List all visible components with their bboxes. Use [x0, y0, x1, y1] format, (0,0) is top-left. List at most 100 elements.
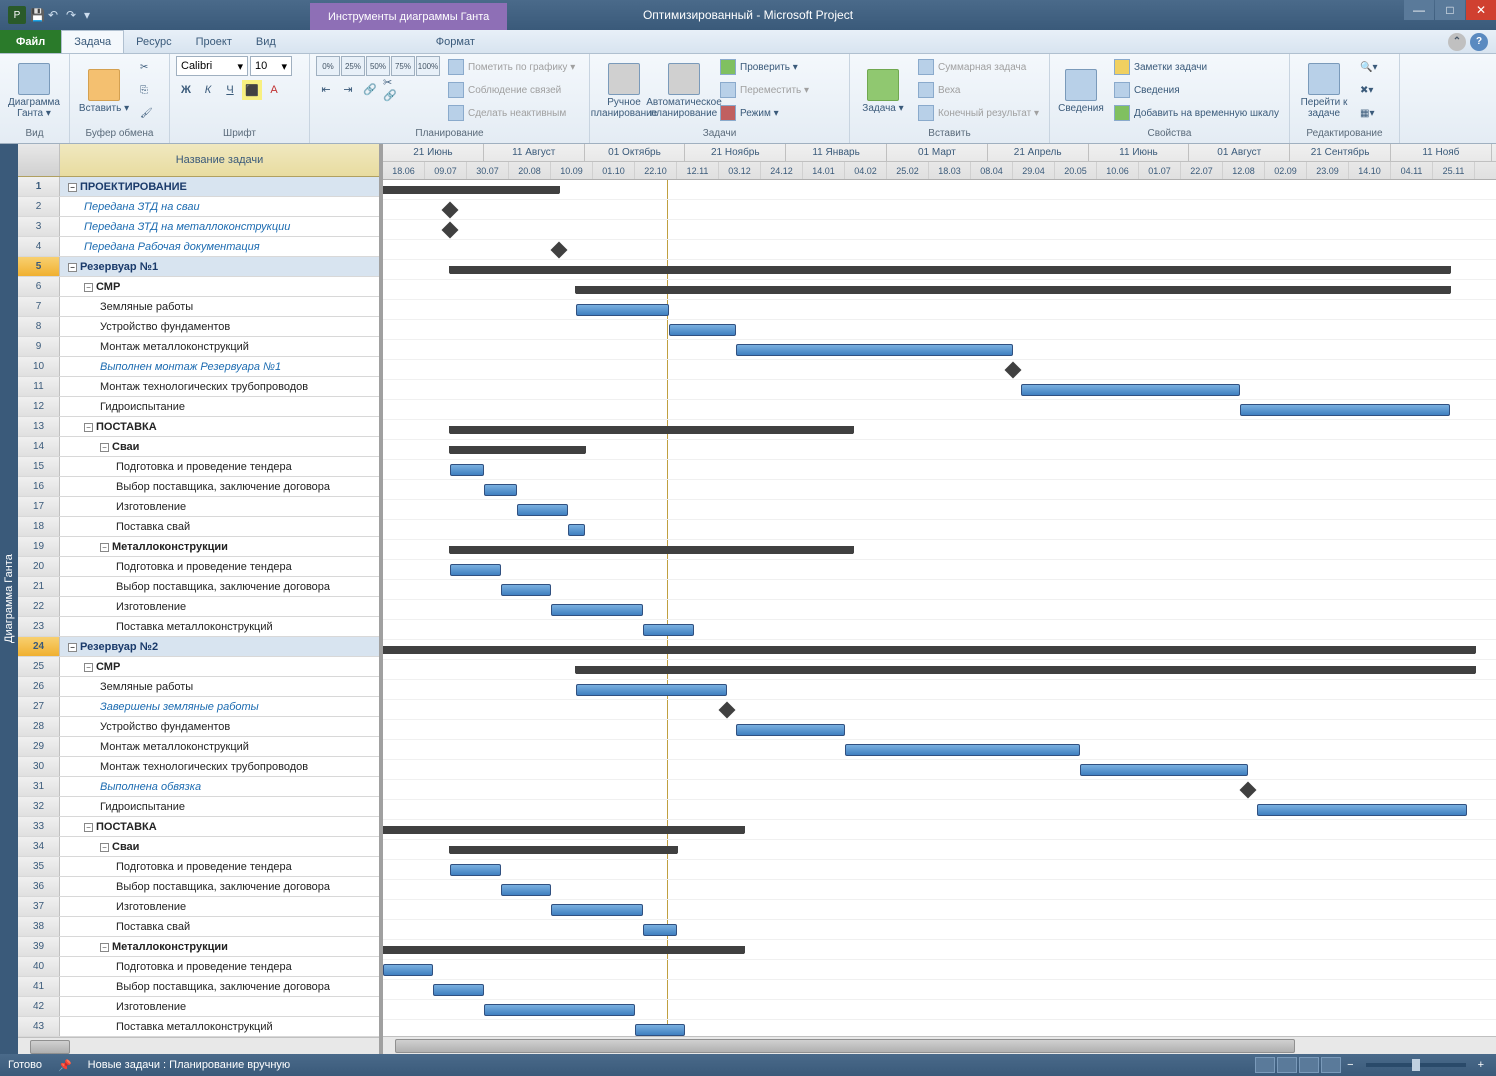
- gantt-row[interactable]: [383, 940, 1496, 960]
- task-name-cell[interactable]: Передана Рабочая документация: [60, 241, 379, 253]
- row-number[interactable]: 42: [18, 997, 60, 1016]
- task-name-cell[interactable]: −Сваи: [60, 441, 379, 453]
- font-size-combo[interactable]: 10▾: [250, 56, 292, 76]
- task-name-cell[interactable]: Монтаж технологических трубопроводов: [60, 381, 379, 393]
- row-number[interactable]: 41: [18, 977, 60, 996]
- task-name-cell[interactable]: Передана ЗТД на сваи: [60, 201, 379, 213]
- collapse-icon[interactable]: −: [100, 443, 109, 452]
- row-number[interactable]: 39: [18, 937, 60, 956]
- gantt-row[interactable]: [383, 860, 1496, 880]
- summary-bar[interactable]: [383, 186, 559, 194]
- collapse-icon[interactable]: −: [84, 423, 93, 432]
- collapse-icon[interactable]: −: [84, 283, 93, 292]
- underline-button[interactable]: Ч: [220, 80, 240, 100]
- task-name-cell[interactable]: Передана ЗТД на металлоконструкции: [60, 221, 379, 233]
- task-name-cell[interactable]: Выбор поставщика, заключение договора: [60, 581, 379, 593]
- zoom-in-button[interactable]: +: [1474, 1059, 1488, 1071]
- task-bar[interactable]: [845, 744, 1080, 756]
- view-team-icon[interactable]: [1299, 1057, 1319, 1073]
- task-bar[interactable]: [1080, 764, 1248, 776]
- summary-bar[interactable]: [576, 666, 1475, 674]
- row-number[interactable]: 6: [18, 277, 60, 296]
- summary-bar[interactable]: [450, 266, 1450, 274]
- gantt-row[interactable]: [383, 660, 1496, 680]
- task-name-cell[interactable]: −Металлоконструкции: [60, 941, 379, 953]
- italic-button[interactable]: К: [198, 80, 218, 100]
- row-number[interactable]: 8: [18, 317, 60, 336]
- minimize-button[interactable]: —: [1404, 0, 1434, 20]
- task-name-cell[interactable]: Изготовление: [60, 1001, 379, 1013]
- format-painter-button[interactable]: 🖌: [136, 102, 157, 124]
- table-row[interactable]: 28Устройство фундаментов: [18, 717, 379, 737]
- gantt-row[interactable]: [383, 820, 1496, 840]
- summary-bar[interactable]: [450, 846, 677, 854]
- table-row[interactable]: 14−Сваи: [18, 437, 379, 457]
- maximize-button[interactable]: □: [1435, 0, 1465, 20]
- percent-50%[interactable]: 50%: [366, 56, 390, 76]
- table-row[interactable]: 11Монтаж технологических трубопроводов: [18, 377, 379, 397]
- insert-task-button[interactable]: Задача ▾: [856, 56, 910, 126]
- table-row[interactable]: 18Поставка свай: [18, 517, 379, 537]
- task-bar[interactable]: [736, 344, 1013, 356]
- gantt-row[interactable]: [383, 260, 1496, 280]
- row-number[interactable]: 36: [18, 877, 60, 896]
- view-gantt-icon[interactable]: [1255, 1057, 1275, 1073]
- file-tab[interactable]: Файл: [0, 30, 61, 53]
- row-number[interactable]: 37: [18, 897, 60, 916]
- table-row[interactable]: 10Выполнен монтаж Резервуара №1: [18, 357, 379, 377]
- gantt-row[interactable]: [383, 380, 1496, 400]
- gantt-row[interactable]: [383, 540, 1496, 560]
- fill-color-button[interactable]: ⬛: [242, 80, 262, 100]
- row-number[interactable]: 19: [18, 537, 60, 556]
- table-row[interactable]: 19−Металлоконструкции: [18, 537, 379, 557]
- task-bar[interactable]: [1021, 384, 1239, 396]
- table-row[interactable]: 6−СМР: [18, 277, 379, 297]
- task-name-cell[interactable]: Гидроиспытание: [60, 401, 379, 413]
- menu-tab-Ресурс[interactable]: Ресурс: [124, 30, 183, 53]
- help-icon[interactable]: ?: [1470, 33, 1488, 51]
- table-row[interactable]: 20Подготовка и проведение тендера: [18, 557, 379, 577]
- table-row[interactable]: 16Выбор поставщика, заключение договора: [18, 477, 379, 497]
- task-bar[interactable]: [669, 324, 736, 336]
- task-name-cell[interactable]: Подготовка и проведение тендера: [60, 461, 379, 473]
- column-header-name[interactable]: Название задачи: [60, 144, 379, 176]
- table-row[interactable]: 25−СМР: [18, 657, 379, 677]
- gantt-row[interactable]: [383, 360, 1496, 380]
- row-number[interactable]: 1: [18, 177, 60, 196]
- mark-on-track-button[interactable]: Пометить по графику ▾: [444, 56, 579, 78]
- summary-bar[interactable]: [576, 286, 1450, 294]
- collapse-icon[interactable]: −: [84, 823, 93, 832]
- table-row[interactable]: 24−Резервуар №2: [18, 637, 379, 657]
- task-bar[interactable]: [551, 904, 643, 916]
- gantt-view-button[interactable]: Диаграмма Ганта ▾: [6, 56, 62, 126]
- task-name-cell[interactable]: Подготовка и проведение тендера: [60, 861, 379, 873]
- row-number[interactable]: 17: [18, 497, 60, 516]
- gantt-row[interactable]: [383, 1000, 1496, 1020]
- summary-bar[interactable]: [450, 426, 853, 434]
- task-name-cell[interactable]: Монтаж технологических трубопроводов: [60, 761, 379, 773]
- row-number[interactable]: 2: [18, 197, 60, 216]
- gantt-row[interactable]: [383, 180, 1496, 200]
- table-row[interactable]: 32Гидроиспытание: [18, 797, 379, 817]
- respect-links-button[interactable]: Соблюдение связей: [444, 79, 579, 101]
- scroll-to-task-button[interactable]: Перейти к задаче: [1296, 56, 1352, 126]
- table-row[interactable]: 27Завершены земляные работы: [18, 697, 379, 717]
- row-number[interactable]: 16: [18, 477, 60, 496]
- redo-icon[interactable]: ↷: [66, 8, 80, 22]
- task-bar[interactable]: [576, 684, 727, 696]
- gantt-chart[interactable]: 21 Июнь11 Август01 Октябрь21 Ноябрь11 Ян…: [383, 144, 1496, 1054]
- collapse-icon[interactable]: −: [84, 663, 93, 672]
- milestone-marker[interactable]: [1005, 362, 1022, 379]
- percent-25%[interactable]: 25%: [341, 56, 365, 76]
- task-name-cell[interactable]: −СМР: [60, 661, 379, 673]
- task-bar[interactable]: [433, 984, 483, 996]
- summary-task-button[interactable]: Суммарная задача: [914, 56, 1043, 78]
- task-name-cell[interactable]: −ПОСТАВКА: [60, 821, 379, 833]
- collapse-icon[interactable]: −: [100, 843, 109, 852]
- row-number[interactable]: 25: [18, 657, 60, 676]
- task-name-cell[interactable]: −ПОСТАВКА: [60, 421, 379, 433]
- row-number[interactable]: 13: [18, 417, 60, 436]
- table-row[interactable]: 9Монтаж металлоконструкций: [18, 337, 379, 357]
- paste-button[interactable]: Вставить ▾: [76, 56, 132, 126]
- gantt-row[interactable]: [383, 240, 1496, 260]
